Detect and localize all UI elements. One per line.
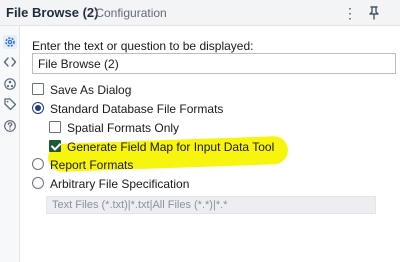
panel-title: File Browse (2) bbox=[6, 5, 99, 20]
checkbox-box bbox=[49, 140, 61, 152]
panel-subtitle: - Configuration bbox=[88, 6, 167, 20]
standard-db-formats-label: Standard Database File Formats bbox=[50, 102, 224, 116]
radio-dot bbox=[32, 158, 44, 170]
network-icon[interactable] bbox=[3, 77, 17, 91]
tag-icon[interactable] bbox=[3, 97, 17, 111]
code-icon[interactable] bbox=[3, 55, 17, 69]
more-vertical-icon[interactable]: ⋮ bbox=[342, 4, 358, 22]
radio-dot bbox=[32, 177, 44, 189]
help-icon[interactable] bbox=[3, 119, 17, 133]
arbitrary-file-spec-radio[interactable]: Arbitrary File Specification bbox=[32, 176, 232, 192]
save-as-dialog-label: Save As Dialog bbox=[50, 83, 132, 97]
save-as-dialog-checkbox[interactable]: Save As Dialog bbox=[32, 82, 172, 98]
prompt-text-input[interactable] bbox=[32, 53, 396, 74]
standard-db-formats-radio[interactable]: Standard Database File Formats bbox=[32, 101, 232, 117]
generate-field-map-label: Generate Field Map for Input Data Tool bbox=[67, 140, 275, 154]
spatial-formats-only-label: Spatial Formats Only bbox=[67, 121, 180, 135]
arbitrary-file-spec-label: Arbitrary File Specification bbox=[50, 177, 190, 191]
side-rail bbox=[0, 26, 20, 262]
prompt-label: Enter the text or question to be display… bbox=[32, 39, 254, 53]
configuration-form: Enter the text or question to be display… bbox=[20, 26, 400, 262]
pin-icon[interactable] bbox=[366, 4, 382, 22]
generate-field-map-checkbox[interactable]: Generate Field Map for Input Data Tool bbox=[49, 139, 289, 155]
report-formats-radio[interactable]: Report Formats bbox=[32, 157, 172, 173]
panel-header: File Browse (2) - Configuration ⋮ bbox=[0, 0, 400, 26]
checkbox-box bbox=[49, 121, 61, 133]
gear-icon[interactable] bbox=[3, 35, 17, 49]
file-spec-field[interactable]: Text Files (*.txt)|*.txt|All Files (*.*)… bbox=[46, 196, 376, 214]
spatial-formats-only-checkbox[interactable]: Spatial Formats Only bbox=[49, 120, 199, 136]
checkbox-box bbox=[32, 83, 44, 95]
report-formats-label: Report Formats bbox=[50, 158, 134, 172]
radio-dot bbox=[32, 102, 44, 114]
